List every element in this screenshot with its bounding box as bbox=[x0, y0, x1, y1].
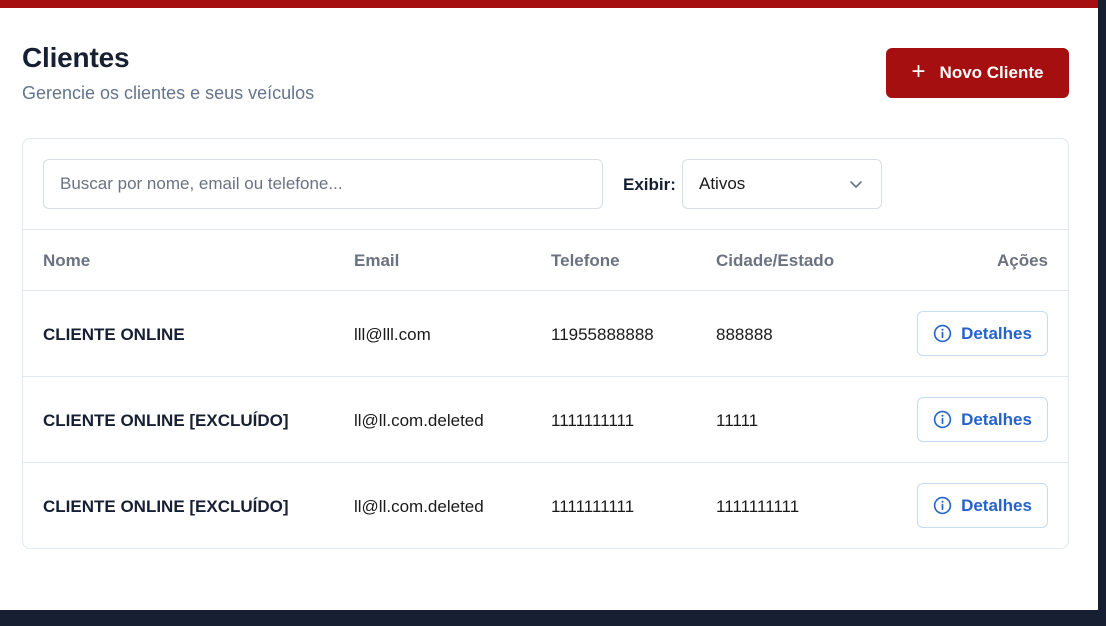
client-email: ll@ll.com.deleted bbox=[354, 411, 484, 430]
status-select[interactable]: Ativos bbox=[682, 159, 882, 209]
status-select-value: Ativos bbox=[699, 174, 746, 193]
filter-bar: Exibir: Ativos bbox=[23, 139, 1068, 230]
clients-card: Exibir: Ativos Nome Email Telefone Cidad… bbox=[22, 138, 1069, 549]
client-city: 11111 bbox=[716, 411, 759, 430]
column-header-name: Nome bbox=[43, 251, 91, 270]
column-header-actions: Ações bbox=[996, 251, 1048, 270]
show-filter-label: Exibir: bbox=[623, 175, 676, 194]
table-row: CLIENTE ONLINE [EXCLUÍDO] ll@ll.com.dele… bbox=[23, 463, 1068, 548]
window-edge-right bbox=[1098, 0, 1106, 626]
client-email: ll@ll.com.deleted bbox=[354, 497, 484, 516]
client-name: CLIENTE ONLINE [EXCLUÍDO] bbox=[43, 411, 289, 430]
details-button[interactable]: Detalhes bbox=[917, 311, 1048, 356]
new-client-button-label: Novo Cliente bbox=[939, 63, 1044, 82]
details-button-label: Detalhes bbox=[961, 409, 1032, 429]
client-phone: 1111111111 bbox=[551, 497, 635, 516]
chevron-down-icon bbox=[850, 181, 862, 188]
page-title: Clientes bbox=[22, 42, 130, 73]
info-icon bbox=[933, 410, 952, 429]
client-email: lll@lll.com bbox=[354, 325, 431, 344]
column-header-city: Cidade/Estado bbox=[716, 251, 835, 270]
column-header-phone: Telefone bbox=[551, 251, 620, 270]
client-city: 1111111111 bbox=[716, 497, 800, 516]
table-row: CLIENTE ONLINE [EXCLUÍDO] ll@ll.com.dele… bbox=[23, 377, 1068, 463]
table-row: CLIENTE ONLINE lll@lll.com 11955888888 8… bbox=[23, 291, 1068, 377]
client-name: CLIENTE ONLINE bbox=[43, 325, 185, 344]
search-input[interactable] bbox=[43, 159, 603, 209]
client-phone: 1111111111 bbox=[551, 411, 635, 430]
details-button[interactable]: Detalhes bbox=[917, 397, 1048, 442]
info-icon bbox=[933, 324, 952, 343]
client-phone: 11955888888 bbox=[551, 325, 654, 344]
column-header-email: Email bbox=[354, 251, 400, 270]
top-accent-bar bbox=[0, 0, 1098, 8]
plus-icon: + bbox=[911, 57, 926, 85]
client-city: 888888 bbox=[716, 325, 773, 344]
page-subtitle: Gerencie os clientes e seus veículos bbox=[22, 83, 315, 103]
client-name: CLIENTE ONLINE [EXCLUÍDO] bbox=[43, 497, 289, 516]
info-icon bbox=[933, 496, 952, 515]
window-edge-bottom bbox=[0, 610, 1106, 626]
details-button-label: Detalhes bbox=[961, 323, 1032, 343]
table-header: Nome Email Telefone Cidade/Estado Ações bbox=[23, 230, 1068, 291]
new-client-button[interactable]: + Novo Cliente bbox=[886, 48, 1069, 98]
details-button-label: Detalhes bbox=[961, 495, 1032, 515]
details-button[interactable]: Detalhes bbox=[917, 483, 1048, 528]
